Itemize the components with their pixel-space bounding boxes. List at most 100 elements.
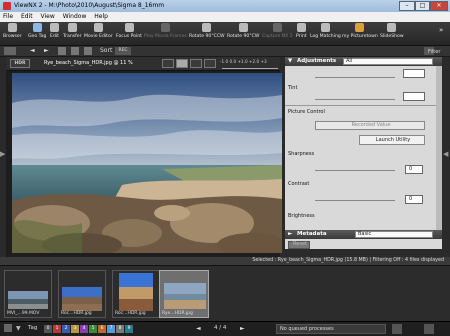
navigation-bar: ◄ ► Sort REC Filter <box>0 46 450 57</box>
adjust-slider[interactable] <box>315 77 395 78</box>
metadata-preset-select[interactable]: Basic <box>355 231 433 238</box>
menu-window[interactable]: Window <box>60 12 90 21</box>
sort-select[interactable]: REC <box>115 47 131 55</box>
tag-5[interactable]: 5 <box>89 325 97 333</box>
thumbnail[interactable]: MVI_...99.MOV <box>4 270 52 318</box>
main-photo <box>12 73 282 253</box>
tint-value-box[interactable] <box>403 92 425 101</box>
thumbnail-caption: Roc...HDR.jpg <box>61 311 92 316</box>
strip-toggle-icon[interactable] <box>4 324 12 332</box>
adjust-value-box[interactable] <box>403 69 425 78</box>
play-icon <box>160 23 170 32</box>
menu-view[interactable]: View <box>38 12 58 21</box>
tool-label: SlideShow <box>380 34 404 39</box>
sort-label: Sort <box>100 47 113 54</box>
zoom-icon[interactable] <box>190 59 202 68</box>
adjustments-preset-select[interactable]: All <box>343 58 433 65</box>
tag-8[interactable]: 8 <box>116 325 124 333</box>
thumbnail-image <box>62 287 102 311</box>
toolbar-overflow-button[interactable]: » <box>439 26 443 34</box>
single-view-icon[interactable] <box>162 59 174 68</box>
layout-icon[interactable] <box>4 47 16 55</box>
app-icon <box>3 2 11 10</box>
page-indicator: 4 / 4 <box>214 325 227 331</box>
viewer-toolbar: HDR Rye_beach_Sigma_HDR.jpg @ 11 % -1.0 … <box>6 57 280 71</box>
contrast-value[interactable]: 0 <box>405 195 423 204</box>
compare-view-icon[interactable] <box>176 59 188 68</box>
contrast-slider[interactable] <box>315 200 395 201</box>
left-pane-toggle-icon[interactable]: ▶ <box>0 150 5 158</box>
view-mode-icon[interactable] <box>58 47 66 55</box>
right-pane-toggle-icon[interactable]: ◀ <box>443 150 448 158</box>
tool-play-movie: Play Movie Frames <box>144 23 187 39</box>
close-button[interactable]: ✕ <box>430 1 448 11</box>
metadata-header[interactable]: ► Metadata Basic <box>285 230 442 239</box>
trash-icon[interactable] <box>424 324 434 334</box>
picture-control-select[interactable]: Recorded Value <box>315 121 425 130</box>
menu-bar: File Edit View Window Help <box>0 12 450 22</box>
filter-label[interactable]: Filter <box>428 48 440 56</box>
tool-my-picturetown[interactable]: my Picturetown <box>342 23 378 39</box>
tag-0[interactable]: 0 <box>44 325 52 333</box>
tool-edit[interactable]: Edit <box>50 23 59 39</box>
forward-arrow-icon[interactable]: ► <box>44 47 49 55</box>
exposure-scale: -1.0 0.0 +1.0 +2.0 +3 <box>220 59 267 64</box>
tool-browser[interactable]: Browser <box>3 23 22 39</box>
tint-label: Tint <box>288 85 298 91</box>
image-title: Rye_beach_Sigma_HDR.jpg @ 11 % <box>44 60 133 66</box>
menu-edit[interactable]: Edit <box>18 12 36 21</box>
menu-help[interactable]: Help <box>91 12 111 21</box>
filmstrip: MVI_...99.MOV Roc...HDR.jpg Roc...HDR.jp… <box>0 265 450 321</box>
tool-log-matching[interactable]: Log Matching <box>310 23 341 39</box>
menu-file[interactable]: File <box>0 12 16 21</box>
sharpness-slider[interactable] <box>315 170 395 171</box>
panel-scrollbar[interactable] <box>436 66 442 236</box>
tool-label: Rotate 90°CW <box>227 34 260 39</box>
tint-slider[interactable] <box>315 99 395 100</box>
minimize-button[interactable]: – <box>399 1 415 11</box>
tool-focus-point[interactable]: Focus Point <box>116 23 142 39</box>
tool-print[interactable]: Print <box>296 23 307 39</box>
next-page-icon[interactable]: ► <box>240 325 245 332</box>
tool-label: Log Matching <box>310 34 341 39</box>
collapse-icon[interactable]: ▼ <box>16 325 21 332</box>
exposure-slider[interactable] <box>222 68 278 69</box>
launch-utility-button[interactable]: Launch Utility <box>359 135 425 145</box>
tool-transfer[interactable]: Transfer <box>63 23 81 39</box>
tool-geo-tag[interactable]: Geo Tag <box>28 23 46 39</box>
image-viewer: HDR Rye_beach_Sigma_HDR.jpg @ 11 % -1.0 … <box>6 57 282 257</box>
sharpness-value[interactable]: 0 <box>405 165 423 174</box>
thumbnail[interactable]: Roc...HDR.jpg <box>58 270 106 318</box>
thumbnail-selected[interactable]: Rye...HDR.jpg <box>159 270 209 318</box>
view-mode-icon[interactable] <box>84 47 92 55</box>
picturetown-icon <box>355 23 365 32</box>
tag-2[interactable]: 2 <box>62 325 70 333</box>
tag-9[interactable]: 9 <box>125 325 133 333</box>
tag-1[interactable]: 1 <box>53 325 61 333</box>
tool-rotate-ccw[interactable]: Rotate 90°CCW <box>189 23 225 39</box>
tool-rotate-cw[interactable]: Rotate 90°CW <box>227 23 259 39</box>
view-mode-icon[interactable] <box>71 47 79 55</box>
reset-button[interactable]: Reset <box>288 241 310 249</box>
main-toolbar: Browser Geo Tag Edit Transfer Movie Edit… <box>0 22 450 46</box>
thumbnail[interactable]: Roc...HDR.jpg <box>112 270 160 318</box>
capture-icon <box>272 23 282 32</box>
queue-button-icon[interactable] <box>392 324 402 334</box>
thumbnail-image <box>119 273 153 311</box>
maximize-button[interactable]: □ <box>415 1 430 11</box>
tag-7[interactable]: 7 <box>107 325 115 333</box>
tag-4[interactable]: 4 <box>80 325 88 333</box>
tag-3[interactable]: 3 <box>71 325 79 333</box>
back-arrow-icon[interactable]: ◄ <box>30 47 35 55</box>
tag-6[interactable]: 6 <box>98 325 106 333</box>
adjustments-header[interactable]: ▼ Adjustments All <box>285 57 442 66</box>
fit-icon[interactable] <box>204 59 216 68</box>
focus-icon <box>124 23 134 32</box>
tool-slideshow[interactable]: SlideShow <box>380 23 404 39</box>
tool-movie-editor[interactable]: Movie Editor <box>84 23 113 39</box>
thumbnail-caption: MVI_...99.MOV <box>7 311 40 316</box>
status-bar: Selected : Rye_beach_Sigma_HDR.jpg (15.8… <box>0 257 450 265</box>
prev-page-icon[interactable]: ◄ <box>196 325 201 332</box>
log-icon <box>320 23 330 32</box>
rotate-ccw-icon <box>202 23 212 32</box>
